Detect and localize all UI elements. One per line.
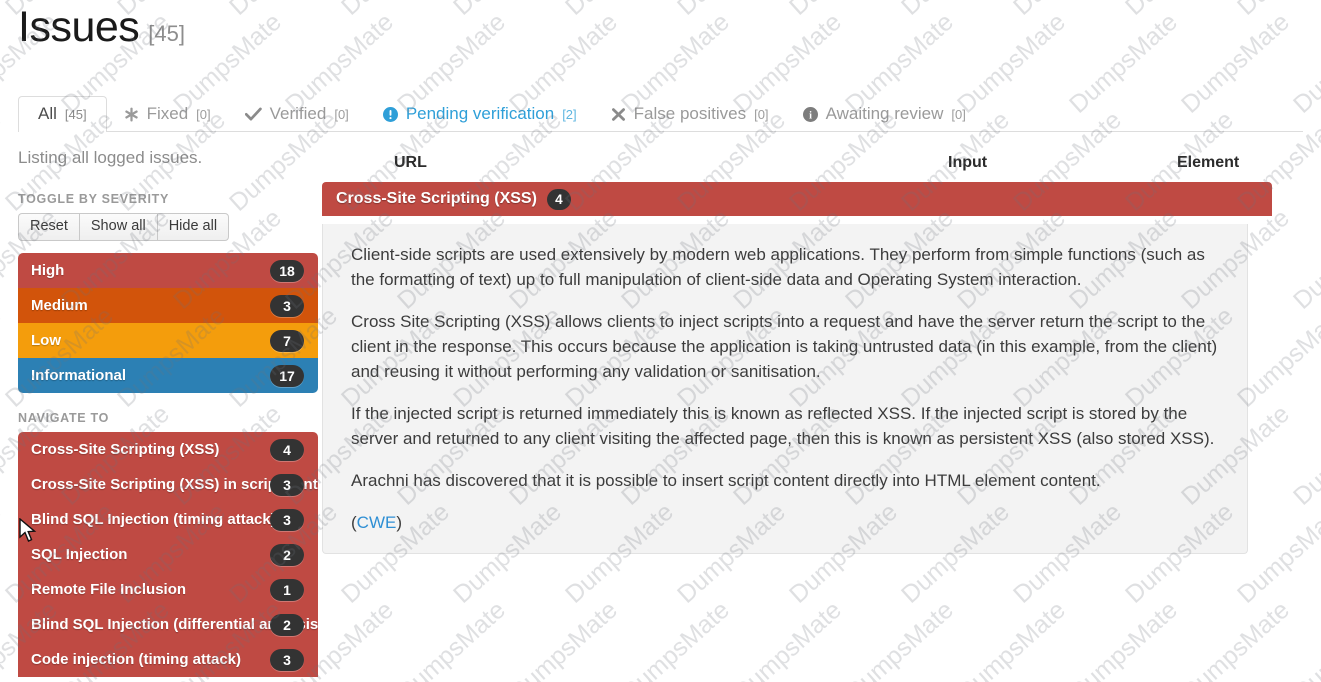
navigate-row[interactable]: Remote File Inclusion 1	[18, 572, 318, 607]
tab-all[interactable]: All [45]	[18, 96, 107, 132]
navigate-row[interactable]: Cross-Site Scripting (XSS) in script con…	[18, 467, 318, 502]
show-all-button[interactable]: Show all	[78, 213, 157, 241]
severity-row-medium[interactable]: Medium 3	[18, 288, 318, 323]
severity-row-high[interactable]: High 18	[18, 253, 318, 288]
severity-list: High 18 Medium 3 Low 7 Informational 17	[18, 253, 318, 393]
page-header: Issues [45]	[18, 4, 185, 50]
navigate-count-badge: 2	[270, 613, 304, 636]
issue-description-panel: Client-side scripts are used extensively…	[322, 224, 1248, 554]
sidebar: Listing all logged issues. TOGGLE BY SEV…	[18, 148, 318, 677]
navigate-count-badge: 4	[270, 438, 304, 461]
column-header-input: Input	[948, 154, 988, 171]
navigate-row[interactable]: Blind SQL Injection (differential analys…	[18, 607, 318, 642]
severity-row-low[interactable]: Low 7	[18, 323, 318, 358]
issue-paragraph: Cross Site Scripting (XSS) allows client…	[351, 312, 1218, 381]
tab-label: Fixed	[146, 104, 189, 123]
column-headers: URL Input Element	[322, 148, 1272, 182]
issue-reference: (CWE)	[351, 510, 1221, 535]
severity-row-informational[interactable]: Informational 17	[18, 358, 318, 393]
tab-false-positives[interactable]: False positives [0]	[594, 96, 786, 132]
cwe-link[interactable]: CWE	[357, 513, 397, 532]
tab-count: [0]	[754, 106, 769, 122]
issue-paragraph: Client-side scripts are used extensively…	[351, 245, 1205, 289]
tab-verified[interactable]: Verified [0]	[228, 96, 366, 132]
tab-count: [2]	[562, 106, 577, 122]
tab-awaiting-review[interactable]: i Awaiting review [0]	[786, 96, 983, 132]
navigate-label: Cross-Site Scripting (XSS)	[31, 441, 220, 458]
page-issue-count: [45]	[148, 21, 185, 46]
navigate-label: Code injection (timing attack)	[31, 651, 242, 668]
tab-count: [45]	[64, 106, 87, 122]
navigate-label: SQL Injection	[31, 546, 128, 563]
reset-button[interactable]: Reset	[18, 213, 79, 241]
severity-label: Low	[31, 332, 61, 349]
main-content: URL Input Element Cross-Site Scripting (…	[322, 148, 1272, 554]
info-icon-gray: i	[802, 106, 818, 122]
tab-label: Verified	[269, 104, 327, 123]
tab-label: All	[38, 104, 57, 123]
issue-paragraph: Arachni has discovered that it is possib…	[351, 471, 1101, 490]
svg-text:i: i	[809, 110, 812, 121]
severity-count-badge: 7	[270, 329, 304, 352]
page-title: Issues	[18, 3, 140, 51]
issue-paragraph: If the injected script is returned immed…	[351, 404, 1215, 448]
navigate-row[interactable]: Code injection (timing attack) 3	[18, 642, 318, 677]
severity-count-badge: 17	[270, 364, 304, 387]
hide-all-button[interactable]: Hide all	[156, 213, 230, 241]
x-icon	[611, 107, 626, 122]
severity-count-badge: 18	[270, 259, 304, 282]
severity-section-label: TOGGLE BY SEVERITY	[18, 192, 170, 206]
severity-toggle-buttons: Reset Show all Hide all	[18, 213, 318, 241]
info-icon-blue	[382, 106, 398, 122]
severity-count-badge: 3	[270, 294, 304, 317]
navigate-label: Blind SQL Injection (timing attack)	[31, 511, 276, 528]
tab-fixed[interactable]: Fixed [0]	[107, 96, 228, 132]
navigate-count-badge: 1	[270, 578, 304, 601]
navigate-count-badge: 3	[270, 508, 304, 531]
tab-count: [0]	[334, 106, 349, 122]
tab-label: Awaiting review	[825, 104, 944, 123]
navigate-count-badge: 3	[270, 473, 304, 496]
tab-label: Pending verification	[405, 104, 555, 123]
navigate-row[interactable]: Cross-Site Scripting (XSS) 4	[18, 432, 318, 467]
column-header-element: Element	[1177, 154, 1240, 171]
tab-count: [0]	[951, 106, 966, 122]
check-icon	[244, 107, 262, 122]
navigate-section-label: NAVIGATE TO	[18, 411, 110, 425]
tab-pending-verification[interactable]: Pending verification [2]	[366, 96, 594, 132]
navigate-count-badge: 2	[270, 543, 304, 566]
asterisk-icon	[124, 107, 139, 122]
column-header-url: URL	[394, 154, 427, 171]
navigate-row[interactable]: Blind SQL Injection (timing attack) 3	[18, 502, 318, 537]
navigate-row[interactable]: SQL Injection 2	[18, 537, 318, 572]
listing-note: Listing all logged issues.	[18, 148, 203, 167]
navigate-label: Remote File Inclusion	[31, 581, 187, 598]
severity-label: High	[31, 262, 65, 279]
reference-close-paren: )	[396, 513, 403, 532]
issue-group-header[interactable]: Cross-Site Scripting (XSS) 4	[322, 182, 1272, 216]
issue-tabs: All [45] Fixed [0] Verified [0] Pending verifi…	[18, 90, 1303, 132]
tab-label: False positives	[633, 104, 747, 123]
tab-count: [0]	[196, 106, 211, 122]
severity-label: Informational	[31, 367, 127, 384]
issue-group-count: 4	[546, 188, 571, 210]
severity-label: Medium	[31, 297, 88, 314]
navigate-to-list: Cross-Site Scripting (XSS) 4 Cross-Site Sc…	[18, 432, 318, 677]
navigate-count-badge: 3	[270, 648, 304, 671]
issue-group-title: Cross-Site Scripting (XSS)	[336, 190, 537, 207]
